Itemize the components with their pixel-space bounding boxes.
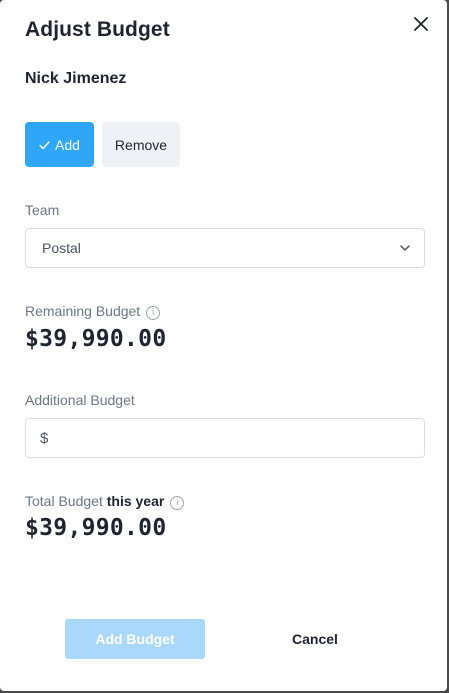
remaining-budget-amount: $39,990.00 [25, 326, 167, 352]
remaining-budget-label-text: Remaining Budget [25, 303, 141, 319]
team-select-value: Postal [42, 240, 81, 256]
info-icon[interactable]: i [170, 496, 185, 510]
additional-budget-field[interactable]: $ [25, 418, 425, 459]
adjust-budget-modal: Adjust Budget Nick Jimenez Add Remove Te… [0, 0, 447, 691]
team-select[interactable]: Postal [25, 228, 425, 268]
team-label: Team [25, 202, 60, 218]
remove-mode-button[interactable]: Remove [102, 122, 180, 167]
info-icon[interactable]: i [146, 306, 161, 320]
currency-prefix: $ [40, 430, 49, 447]
chevron-down-icon [398, 241, 412, 255]
remove-mode-label: Remove [114, 136, 168, 153]
add-budget-button[interactable]: Add Budget [65, 619, 205, 659]
total-budget-amount: $39,990.00 [25, 515, 167, 541]
total-budget-period: this year [106, 493, 165, 509]
user-name: Nick Jimenez [25, 70, 127, 87]
total-budget-label-text: Total Budget [25, 493, 103, 509]
modal-title: Adjust Budget [25, 18, 170, 41]
total-budget-label: Total Budget this year i [25, 493, 185, 510]
additional-budget-label: Additional Budget [25, 392, 135, 408]
add-mode-button[interactable]: Add [25, 122, 94, 167]
additional-budget-input[interactable] [56, 419, 420, 459]
close-icon[interactable] [409, 12, 433, 36]
cancel-button[interactable]: Cancel [270, 619, 360, 659]
remaining-budget-label: Remaining Budget i [25, 303, 161, 320]
check-icon [39, 137, 50, 153]
add-mode-label: Add [55, 136, 80, 153]
